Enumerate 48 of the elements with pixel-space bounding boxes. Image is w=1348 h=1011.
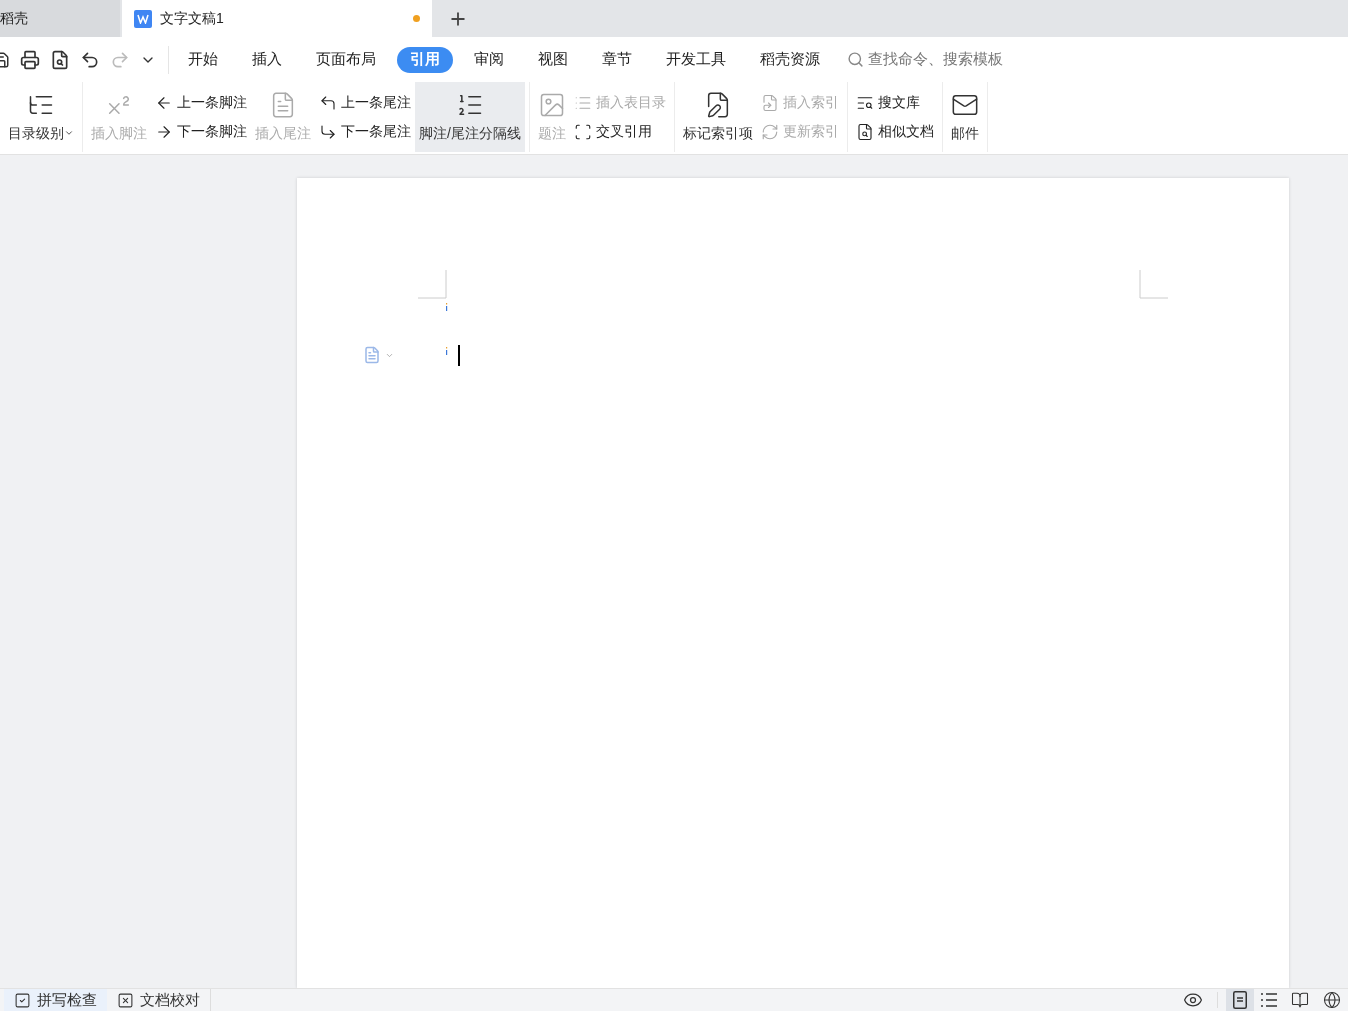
print-preview-icon[interactable] [50,49,70,70]
ribbon-button[interactable]: 上一条脚注 [155,92,247,113]
ribbon-button[interactable]: 脚注/尾注分隔线 [415,82,525,152]
ribbon-button[interactable]: 邮件 [946,82,983,152]
paragraph-mark-icon [445,303,448,311]
book-icon [1291,991,1309,1009]
print-icon[interactable] [20,49,40,70]
document-logo-icon [134,9,152,28]
ribbon-button[interactable]: 交叉引用 [573,121,666,142]
view-mode-button[interactable] [1226,989,1254,1011]
menu-tab[interactable]: 审阅 [461,46,517,73]
margin-corner-icon [418,270,447,299]
outline-view-icon [1261,993,1277,1007]
page-view-icon [1233,991,1247,1009]
brackets-icon [573,122,592,141]
search-icon [847,51,864,68]
checkbox-cross-icon [117,991,134,1009]
margin-corner-icon [1139,270,1168,299]
ribbon-button[interactable]: 标记索引项 [678,82,757,152]
menu-tab[interactable]: 章节 [589,46,645,73]
document-search-icon [855,122,874,141]
checkbox-checked-icon [14,991,31,1009]
up-left-arrow-icon [319,93,337,112]
tab-label: 文字文稿1 [160,9,224,28]
menu-tab[interactable]: 页面布局 [303,46,389,73]
menu-tab[interactable]: 插入 [239,46,295,73]
ribbon-button[interactable]: 上一条尾注 [319,92,411,113]
undo-icon[interactable] [80,49,100,70]
status-toggle[interactable]: 文档校对 [107,989,211,1011]
menu-tab[interactable]: 开始 [175,46,231,73]
ribbon-button[interactable]: 下一条脚注 [155,121,247,142]
paragraph-mark-icon [445,347,448,355]
menu-tab[interactable]: 开发工具 [653,46,739,73]
ribbon-button[interactable]: 搜文库 [855,92,934,113]
menu-tab[interactable]: 稻壳资源 [747,46,833,73]
search-field[interactable]: 查找命令、搜索模板 [847,48,1038,71]
refresh-icon [760,122,779,141]
ribbon-button[interactable]: 下一条尾注 [319,121,411,142]
document-link-icon [760,93,779,112]
text-cursor [458,345,460,366]
ribbon-button[interactable]: 目录级别 [4,82,78,152]
document-tab[interactable]: 文字文稿1 [122,0,432,37]
status-toggle[interactable]: 拼写检查 [4,989,107,1011]
globe-icon [1323,991,1341,1009]
tab-label: 稻壳 [0,9,28,28]
menu-tab[interactable]: 视图 [525,46,581,73]
document-tab[interactable]: 稻壳 [0,0,120,37]
ribbon-button[interactable]: 相似文档 [855,121,934,142]
